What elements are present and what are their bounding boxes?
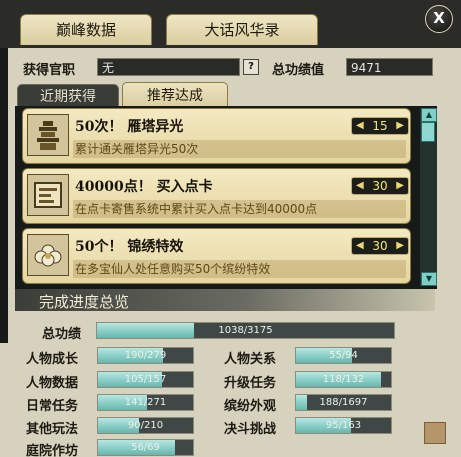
progress-label: 升级任务 [224, 376, 277, 391]
card-icon [27, 174, 69, 216]
list-scrollbar[interactable]: ▲ ▼ [420, 108, 437, 286]
achievement-desc: 在多宝仙人处任意购买50个缤纷特效 [73, 260, 406, 278]
left-edge [0, 48, 8, 343]
close-button[interactable]: X [425, 5, 453, 33]
progress-text: 95/163 [325, 420, 362, 431]
progress-bar: 56/69 [97, 439, 194, 456]
progress-bar: 190/279 [97, 347, 194, 364]
progress-label: 人物成长 [26, 352, 79, 367]
pagoda-icon [27, 114, 69, 156]
official-title-field: 无 [97, 58, 240, 76]
progress-label: 缤纷外观 [224, 399, 277, 414]
progress-header: 完成进度总览 [15, 289, 435, 311]
progress-bar: 95/163 [295, 417, 392, 434]
progress-text: 188/1697 [319, 397, 368, 408]
achievement-desc: 在点卡寄售系统中累计买入点卡达到40000点 [73, 200, 406, 218]
progress-label: 人物关系 [224, 352, 277, 367]
progress-text: 56/69 [131, 442, 160, 453]
tab-peak-data[interactable]: 巅峰数据 [20, 14, 152, 45]
scroll-up-icon[interactable]: ▲ [421, 108, 437, 122]
points-badge: ◀ 30 ▶ [351, 177, 409, 195]
top-tab-bar: 巅峰数据 大话风华录 X [0, 0, 461, 48]
total-merit-label: 总功绩 [42, 327, 82, 342]
seal-icon [424, 422, 446, 444]
progress-label: 庭院作坊 [26, 444, 79, 457]
help-button[interactable]: ? [243, 59, 259, 75]
merit-label: 总功绩值 [272, 63, 325, 78]
achievement-card[interactable]: 50个！ 锦绣特效 ◀ 30 ▶ 在多宝仙人处任意购买50个缤纷特效 [22, 228, 411, 284]
progress-bar: 90/210 [97, 417, 194, 434]
progress-label: 人物数据 [26, 376, 79, 391]
progress-label: 日常任务 [26, 399, 79, 414]
progress-text: 105/157 [124, 374, 167, 385]
progress-title: 完成进度总览 [39, 293, 130, 311]
scroll-thumb[interactable] [421, 122, 435, 142]
progress-text: 118/132 [322, 374, 365, 385]
achievement-card[interactable]: 40000点！ 买入点卡 ◀ 30 ▶ 在点卡寄售系统中累计买入点卡达到40000点 [22, 168, 411, 224]
points-value: 30 [372, 239, 388, 253]
scroll-down-icon[interactable]: ▼ [421, 272, 437, 286]
achievement-window: 巅峰数据 大话风华录 X 获得官职 无 ? 总功绩值 9471 近期获得 推荐达… [0, 0, 461, 457]
achievement-desc: 累计通关雁塔异光50次 [73, 140, 406, 158]
progress-bar: 55/94 [295, 347, 392, 364]
achievement-list: 50次！ 雁塔异光 ◀ 15 ▶ 累计通关雁塔异光50次 40000点！ 买入点卡 … [15, 106, 437, 289]
points-value: 30 [372, 179, 388, 193]
points-value: 15 [372, 119, 388, 133]
progress-text: 190/279 [124, 350, 167, 361]
progress-label: 决斗挑战 [224, 422, 277, 437]
progress-label: 其他玩法 [26, 422, 79, 437]
flower-icon [27, 234, 69, 276]
progress-text: 55/94 [329, 350, 358, 361]
achievement-card[interactable]: 50次！ 雁塔异光 ◀ 15 ▶ 累计通关雁塔异光50次 [22, 108, 411, 164]
title-label: 获得官职 [23, 63, 76, 78]
tab-dahua-fenghua[interactable]: 大话风华录 [166, 14, 318, 45]
progress-text: 90/210 [127, 420, 164, 431]
points-badge: ◀ 15 ▶ [351, 117, 409, 135]
total-merit-bar: 1038/3175 [96, 322, 395, 339]
progress-bar: 141/271 [97, 394, 194, 411]
progress-bar: 118/132 [295, 371, 392, 388]
achievement-title: 50次！ 雁塔异光 [75, 119, 184, 135]
merit-value-field: 9471 [346, 58, 433, 76]
progress-bar: 188/1697 [295, 394, 392, 411]
progress-text: 141/271 [124, 397, 167, 408]
points-badge: ◀ 30 ▶ [351, 237, 409, 255]
achievement-title: 40000点！ 买入点卡 [75, 179, 213, 195]
achievement-title: 50个！ 锦绣特效 [75, 239, 184, 255]
progress-bar: 105/157 [97, 371, 194, 388]
progress-text: 1038/3175 [218, 325, 273, 336]
